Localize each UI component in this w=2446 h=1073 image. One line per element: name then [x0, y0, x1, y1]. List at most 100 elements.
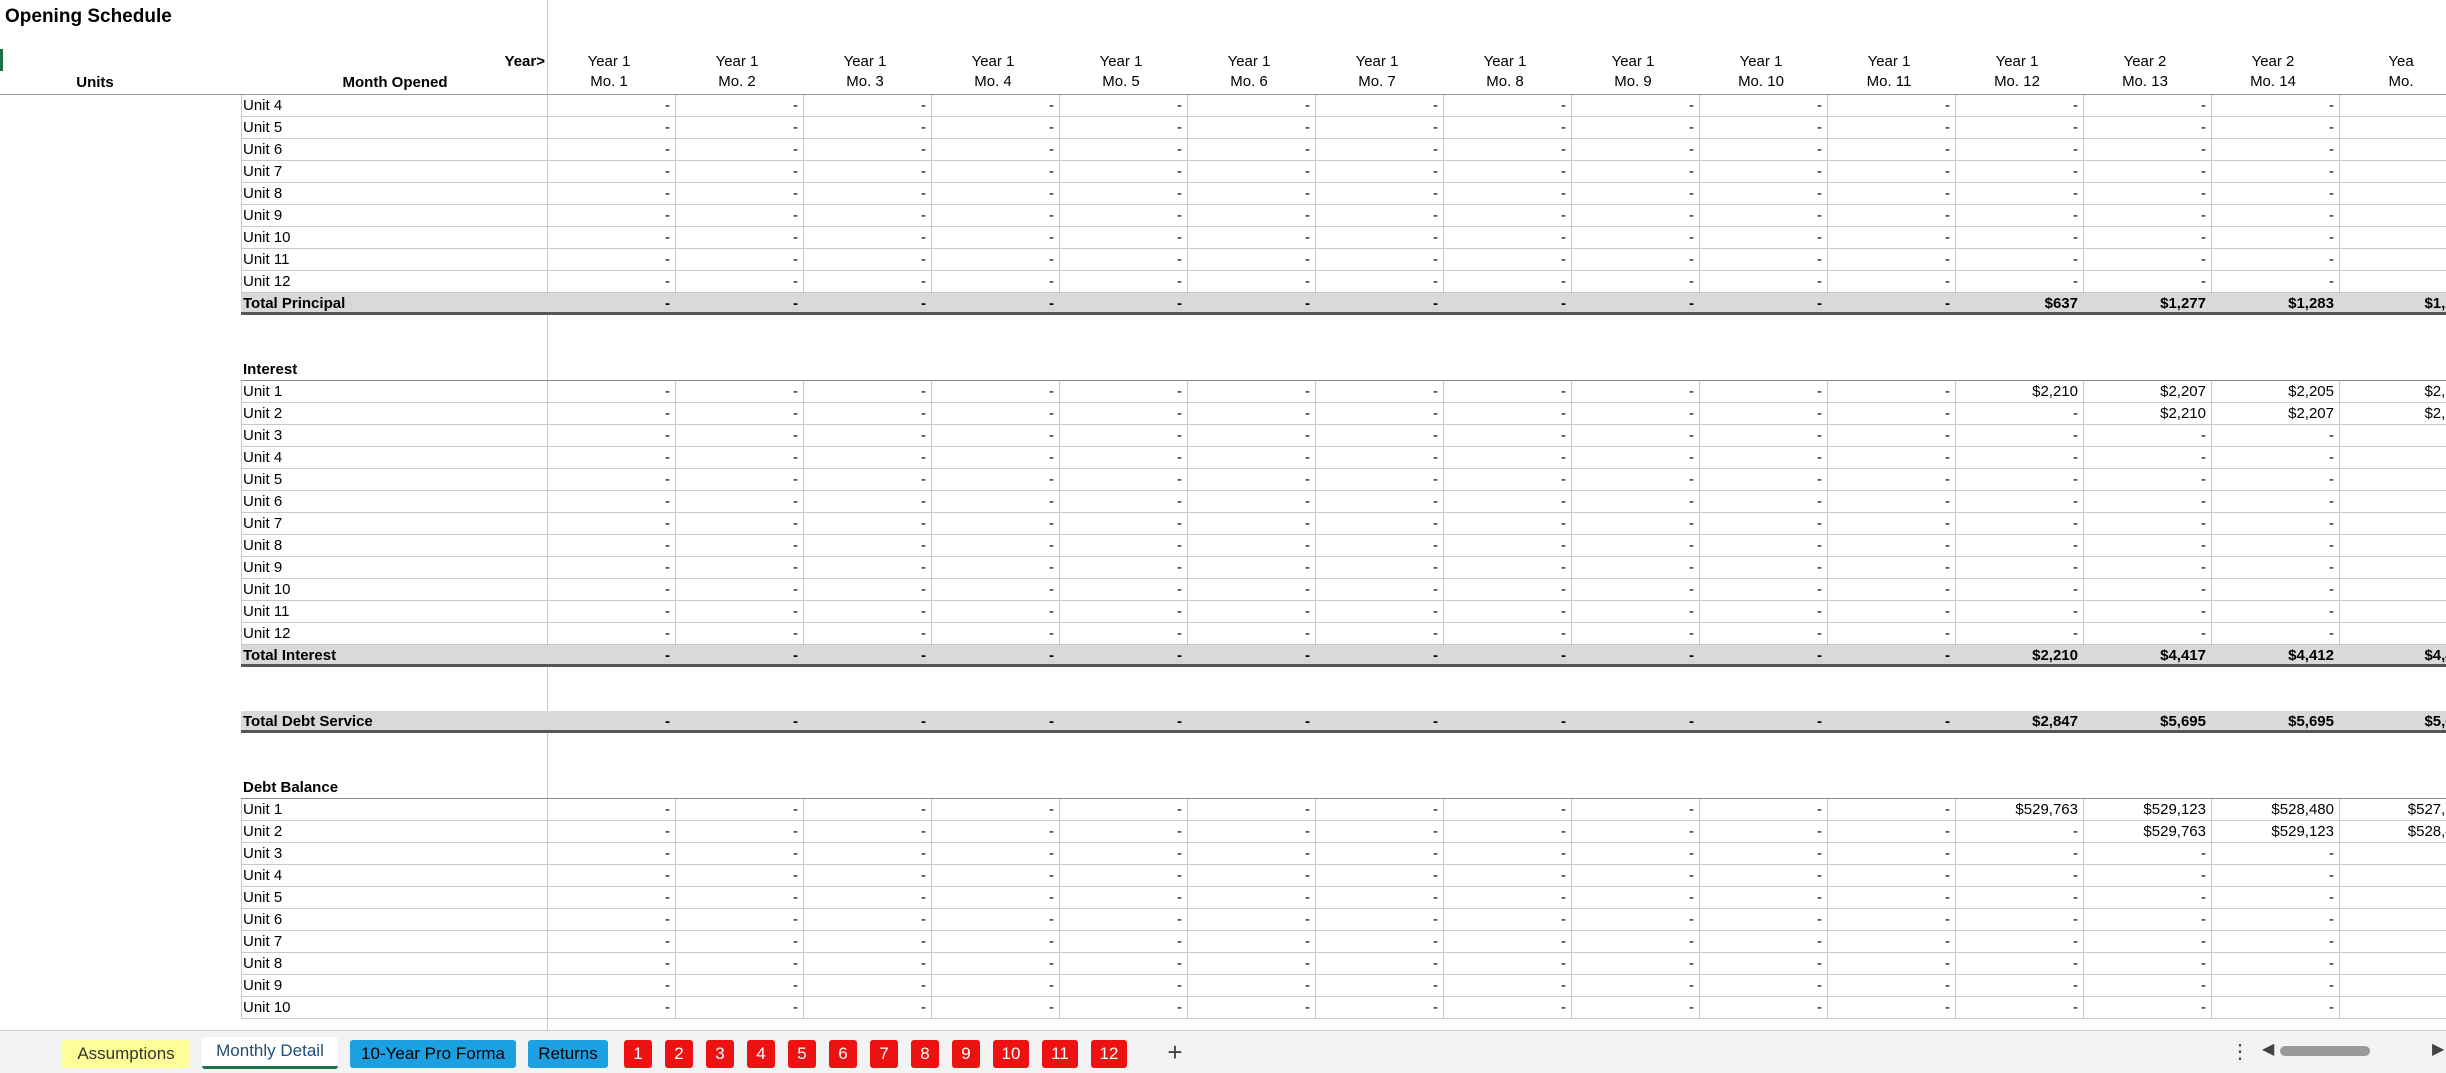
- table-cell[interactable]: -: [1700, 953, 1828, 975]
- table-cell[interactable]: -: [548, 183, 676, 205]
- table-cell[interactable]: -: [2212, 909, 2340, 931]
- table-cell[interactable]: -: [932, 293, 1060, 315]
- table-cell[interactable]: -: [1828, 403, 1956, 425]
- table-cell[interactable]: -: [932, 161, 1060, 183]
- row-label[interactable]: Unit 11: [241, 249, 547, 271]
- table-cell[interactable]: -: [932, 645, 1060, 667]
- row-label[interactable]: Unit 8: [241, 183, 547, 205]
- table-cell[interactable]: -: [1572, 271, 1700, 293]
- table-cell[interactable]: -: [1572, 205, 1700, 227]
- table-cell[interactable]: -: [1316, 425, 1444, 447]
- table-cell[interactable]: -: [2212, 425, 2340, 447]
- row-label[interactable]: Unit 6: [241, 139, 547, 161]
- sheet-tab[interactable]: 2: [665, 1040, 693, 1068]
- row-label[interactable]: Unit 7: [241, 931, 547, 953]
- table-cell[interactable]: -: [2212, 183, 2340, 205]
- table-cell[interactable]: -: [1188, 645, 1316, 667]
- table-cell[interactable]: -: [1572, 799, 1700, 821]
- table-cell[interactable]: -: [2212, 865, 2340, 887]
- table-cell[interactable]: -: [548, 909, 676, 931]
- table-cell[interactable]: -: [1572, 381, 1700, 403]
- plus-icon[interactable]: +: [1160, 1037, 1190, 1067]
- table-cell[interactable]: -: [1316, 711, 1444, 733]
- table-cell[interactable]: -: [2084, 623, 2212, 645]
- row-label[interactable]: Unit 9: [241, 975, 547, 997]
- table-cell[interactable]: -: [1316, 95, 1444, 117]
- table-cell[interactable]: -: [1956, 579, 2084, 601]
- table-cell[interactable]: -: [932, 205, 1060, 227]
- table-cell[interactable]: -: [1572, 821, 1700, 843]
- table-cell[interactable]: -: [1828, 293, 1956, 315]
- table-cell[interactable]: -: [932, 117, 1060, 139]
- table-cell[interactable]: -: [2212, 975, 2340, 997]
- table-cell[interactable]: -: [1700, 403, 1828, 425]
- table-cell[interactable]: -: [1444, 161, 1572, 183]
- table-cell[interactable]: -: [1956, 909, 2084, 931]
- table-cell[interactable]: -: [1572, 117, 1700, 139]
- table-cell[interactable]: -: [1700, 887, 1828, 909]
- row-label[interactable]: Unit 11: [241, 601, 547, 623]
- table-cell[interactable]: -: [676, 821, 804, 843]
- table-cell[interactable]: -: [1828, 909, 1956, 931]
- table-cell[interactable]: -: [932, 513, 1060, 535]
- table-cell[interactable]: -: [548, 403, 676, 425]
- sheet-tab[interactable]: 5: [788, 1040, 816, 1068]
- table-cell[interactable]: -: [1444, 953, 1572, 975]
- table-cell[interactable]: -: [804, 227, 932, 249]
- table-cell[interactable]: -: [676, 579, 804, 601]
- table-cell[interactable]: -: [1572, 623, 1700, 645]
- table-cell[interactable]: -: [1444, 821, 1572, 843]
- table-cell[interactable]: -: [548, 271, 676, 293]
- table-cell[interactable]: -: [676, 953, 804, 975]
- table-cell[interactable]: -: [676, 447, 804, 469]
- table-cell[interactable]: -: [1316, 931, 1444, 953]
- table-cell[interactable]: -: [1316, 403, 1444, 425]
- table-cell[interactable]: -: [932, 975, 1060, 997]
- table-cell[interactable]: -: [1444, 293, 1572, 315]
- table-cell[interactable]: -: [2212, 535, 2340, 557]
- row-label[interactable]: Unit 10: [241, 227, 547, 249]
- table-cell[interactable]: -: [1188, 975, 1316, 997]
- table-cell[interactable]: $528,480: [2212, 799, 2340, 821]
- table-cell[interactable]: -: [548, 843, 676, 865]
- table-cell[interactable]: -: [1188, 491, 1316, 513]
- table-cell[interactable]: -: [1444, 843, 1572, 865]
- table-cell[interactable]: -: [2212, 205, 2340, 227]
- table-cell[interactable]: -: [1572, 887, 1700, 909]
- sheet-tab[interactable]: 1: [624, 1040, 652, 1068]
- table-cell[interactable]: -: [1444, 887, 1572, 909]
- table-cell[interactable]: -: [1060, 249, 1188, 271]
- row-label[interactable]: Unit 2: [241, 821, 547, 843]
- table-cell[interactable]: -: [1828, 95, 1956, 117]
- table-cell[interactable]: -: [1572, 645, 1700, 667]
- table-cell[interactable]: -: [676, 975, 804, 997]
- table-cell[interactable]: -: [1316, 293, 1444, 315]
- table-cell[interactable]: -: [1828, 799, 1956, 821]
- table-cell[interactable]: -: [1572, 953, 1700, 975]
- table-cell[interactable]: -: [676, 293, 804, 315]
- table-cell[interactable]: $2,210: [1956, 645, 2084, 667]
- table-cell[interactable]: -: [1060, 601, 1188, 623]
- table-cell[interactable]: $2,20: [2340, 403, 2446, 425]
- table-cell[interactable]: -: [804, 557, 932, 579]
- table-cell[interactable]: -: [1060, 117, 1188, 139]
- table-cell[interactable]: -: [1956, 535, 2084, 557]
- table-cell[interactable]: -: [548, 205, 676, 227]
- table-cell[interactable]: -: [1060, 535, 1188, 557]
- table-cell[interactable]: -: [1572, 557, 1700, 579]
- table-cell[interactable]: -: [2212, 469, 2340, 491]
- table-cell[interactable]: -: [2084, 469, 2212, 491]
- table-cell[interactable]: -: [804, 843, 932, 865]
- table-cell[interactable]: -: [1700, 997, 1828, 1019]
- table-cell[interactable]: -: [548, 535, 676, 557]
- table-cell[interactable]: -: [676, 425, 804, 447]
- table-cell[interactable]: -: [1188, 271, 1316, 293]
- table-cell[interactable]: -: [1700, 623, 1828, 645]
- table-cell[interactable]: -: [1316, 601, 1444, 623]
- table-cell[interactable]: -: [1828, 623, 1956, 645]
- sheet-tab[interactable]: 3: [706, 1040, 734, 1068]
- scroll-left-icon[interactable]: ◀: [2262, 1039, 2274, 1059]
- table-cell[interactable]: -: [1188, 843, 1316, 865]
- table-cell[interactable]: -: [932, 183, 1060, 205]
- table-cell[interactable]: -: [1572, 997, 1700, 1019]
